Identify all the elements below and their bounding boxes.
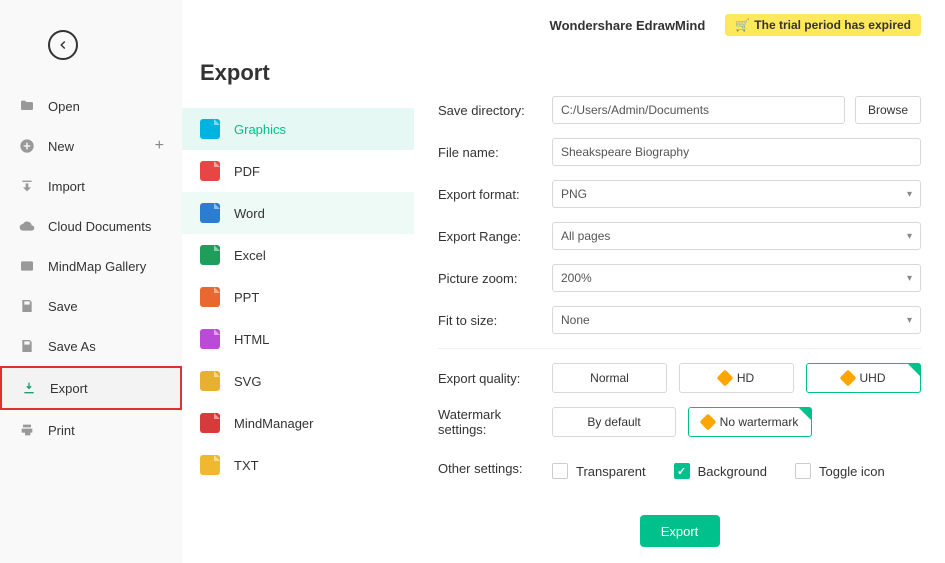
format-html[interactable]: HTML: [182, 318, 414, 360]
range-select[interactable]: All pages: [552, 222, 921, 250]
nav-new[interactable]: New +: [0, 126, 182, 166]
format-select[interactable]: PNG: [552, 180, 921, 208]
fit-select[interactable]: None: [552, 306, 921, 334]
quality-hd-button[interactable]: HD: [679, 363, 794, 393]
nav-gallery-label: MindMap Gallery: [48, 259, 146, 274]
nav-new-label: New: [48, 139, 74, 154]
gallery-icon: [18, 257, 36, 275]
export-settings-panel: Wondershare EdrawMind 🛒 The trial period…: [414, 0, 945, 563]
word-icon: [200, 203, 220, 223]
print-icon: [18, 421, 36, 439]
nav-cloud[interactable]: Cloud Documents: [0, 206, 182, 246]
export-button[interactable]: Export: [640, 515, 720, 547]
saveas-icon: [18, 337, 36, 355]
watermark-default-button[interactable]: By default: [552, 407, 676, 437]
diamond-icon: [716, 370, 733, 387]
format-pdf-label: PDF: [234, 164, 260, 179]
format-mindmanager-label: MindManager: [234, 416, 314, 431]
app-header: Wondershare EdrawMind 🛒 The trial period…: [438, 14, 921, 36]
nav-print[interactable]: Print: [0, 410, 182, 450]
fit-label: Fit to size:: [438, 313, 552, 328]
nav-saveas[interactable]: Save As: [0, 326, 182, 366]
nav-import[interactable]: Import: [0, 166, 182, 206]
nav-open-label: Open: [48, 99, 80, 114]
checkbox-icon: [552, 463, 568, 479]
nav-print-label: Print: [48, 423, 75, 438]
save-dir-input[interactable]: [552, 96, 845, 124]
format-word-label: Word: [234, 206, 265, 221]
folder-icon: [18, 97, 36, 115]
zoom-select[interactable]: 200%: [552, 264, 921, 292]
quality-normal-button[interactable]: Normal: [552, 363, 667, 393]
divider: [438, 348, 921, 349]
background-checkbox[interactable]: Background: [674, 463, 767, 479]
format-html-label: HTML: [234, 332, 269, 347]
watermark-label: Watermark settings:: [438, 407, 552, 437]
format-word[interactable]: Word: [182, 192, 414, 234]
export-format-panel: Export Graphics PDF Word Excel PPT HTML …: [182, 0, 414, 563]
import-icon: [18, 177, 36, 195]
nav-cloud-label: Cloud Documents: [48, 219, 151, 234]
format-txt-label: TXT: [234, 458, 259, 473]
cart-icon: 🛒: [735, 18, 750, 32]
app-name: Wondershare EdrawMind: [550, 18, 706, 33]
svg-icon: [200, 371, 220, 391]
nav-export-label: Export: [50, 381, 88, 396]
trial-badge[interactable]: 🛒 The trial period has expired: [725, 14, 921, 36]
format-txt[interactable]: TXT: [182, 444, 414, 486]
format-mindmanager[interactable]: MindManager: [182, 402, 414, 444]
format-label: Export format:: [438, 187, 552, 202]
file-menu-sidebar: Open New + Import Cloud Documents MindMa…: [0, 0, 182, 563]
format-ppt[interactable]: PPT: [182, 276, 414, 318]
format-excel-label: Excel: [234, 248, 266, 263]
html-icon: [200, 329, 220, 349]
zoom-label: Picture zoom:: [438, 271, 552, 286]
nav-export[interactable]: Export: [0, 366, 182, 410]
trial-text: The trial period has expired: [754, 18, 911, 32]
format-excel[interactable]: Excel: [182, 234, 414, 276]
filename-input[interactable]: [552, 138, 921, 166]
watermark-none-button[interactable]: No wartermark: [688, 407, 812, 437]
checkbox-checked-icon: [674, 463, 690, 479]
mindmanager-icon: [200, 413, 220, 433]
quality-uhd-button[interactable]: UHD: [806, 363, 921, 393]
format-svg[interactable]: SVG: [182, 360, 414, 402]
nav-open[interactable]: Open: [0, 86, 182, 126]
back-button[interactable]: [48, 30, 78, 60]
export-icon: [20, 379, 38, 397]
quality-label: Export quality:: [438, 371, 552, 386]
save-dir-label: Save directory:: [438, 103, 552, 118]
graphics-icon: [200, 119, 220, 139]
transparent-checkbox[interactable]: Transparent: [552, 463, 646, 479]
format-ppt-label: PPT: [234, 290, 259, 305]
format-pdf[interactable]: PDF: [182, 150, 414, 192]
pdf-icon: [200, 161, 220, 181]
arrow-left-icon: [56, 38, 70, 52]
nav-gallery[interactable]: MindMap Gallery: [0, 246, 182, 286]
nav-save[interactable]: Save: [0, 286, 182, 326]
format-graphics[interactable]: Graphics: [182, 108, 414, 150]
cloud-icon: [18, 217, 36, 235]
checkbox-icon: [795, 463, 811, 479]
diamond-icon: [839, 370, 856, 387]
nav-import-label: Import: [48, 179, 85, 194]
save-icon: [18, 297, 36, 315]
browse-button[interactable]: Browse: [855, 96, 921, 124]
export-title: Export: [182, 60, 414, 86]
plus-icon: +: [155, 137, 164, 155]
ppt-icon: [200, 287, 220, 307]
nav-saveas-label: Save As: [48, 339, 96, 354]
excel-icon: [200, 245, 220, 265]
filename-label: File name:: [438, 145, 552, 160]
range-label: Export Range:: [438, 229, 552, 244]
toggle-icon-checkbox[interactable]: Toggle icon: [795, 463, 885, 479]
txt-icon: [200, 455, 220, 475]
plus-circle-icon: [18, 137, 36, 155]
nav-save-label: Save: [48, 299, 78, 314]
diamond-icon: [699, 414, 716, 431]
format-svg-label: SVG: [234, 374, 261, 389]
other-label: Other settings:: [438, 461, 552, 476]
format-graphics-label: Graphics: [234, 122, 286, 137]
